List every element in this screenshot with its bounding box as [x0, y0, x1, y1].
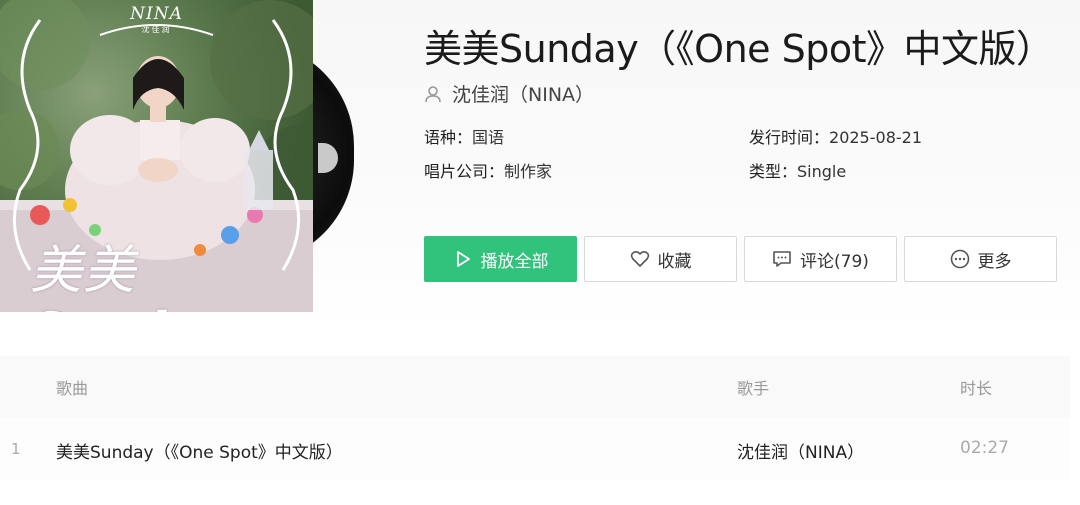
language-label: 语种：	[424, 128, 473, 147]
cover-brand-subtext: 沈佳润	[141, 25, 172, 34]
album-cover-area[interactable]: NINA 沈佳润 美美Sunday	[0, 0, 360, 312]
row-singer[interactable]: 沈佳润（NINA）	[737, 438, 864, 463]
favorite-label: 收藏	[657, 251, 692, 272]
cover-script-title: 美美Sunday	[30, 241, 231, 312]
artist-name-link[interactable]: 沈佳润（NINA）	[452, 80, 594, 107]
comment-label: 评论(79)	[800, 251, 869, 272]
heart-icon	[630, 250, 649, 267]
song-table-header	[0, 356, 1070, 418]
more-label: 更多	[977, 251, 1012, 272]
meta-record-label: 唱片公司：制作家	[424, 158, 552, 182]
artist-row[interactable]: 沈佳润（NINA）	[424, 80, 594, 107]
language-value: 国语	[472, 128, 505, 147]
type-value: Single	[797, 162, 847, 181]
play-icon	[456, 251, 470, 267]
more-icon	[950, 249, 969, 269]
release-date-label: 发行时间：	[749, 128, 830, 147]
album-cover[interactable]: NINA 沈佳润 美美Sunday	[0, 0, 313, 312]
comment-button[interactable]: 评论(79)	[744, 236, 897, 282]
release-date-value: 2025-08-21	[829, 128, 922, 147]
meta-release-date: 发行时间：2025-08-21	[749, 124, 922, 148]
favorite-button[interactable]: 收藏	[584, 236, 737, 282]
album-title: 美美Sunday（《One Spot》中文版）	[424, 27, 1054, 71]
cover-brand-text: NINA	[130, 4, 183, 24]
column-header-duration: 时长	[960, 379, 993, 398]
row-song-title[interactable]: 美美Sunday（《One Spot》中文版）	[56, 438, 343, 463]
user-icon	[425, 85, 441, 102]
column-header-song: 歌曲	[56, 379, 89, 398]
row-index: 1	[11, 440, 21, 458]
meta-language: 语种：国语	[424, 124, 504, 148]
column-header-singer: 歌手	[737, 379, 770, 398]
record-label-label: 唱片公司：	[424, 162, 505, 181]
play-all-label: 播放全部	[480, 251, 549, 272]
play-all-button[interactable]: 播放全部	[424, 236, 577, 282]
record-label-value[interactable]: 制作家	[504, 162, 552, 181]
comment-icon	[773, 251, 791, 267]
meta-type: 类型：Single	[749, 158, 846, 182]
row-duration: 02:27	[960, 438, 1009, 458]
more-button[interactable]: 更多	[904, 236, 1057, 282]
type-label: 类型：	[749, 162, 798, 181]
